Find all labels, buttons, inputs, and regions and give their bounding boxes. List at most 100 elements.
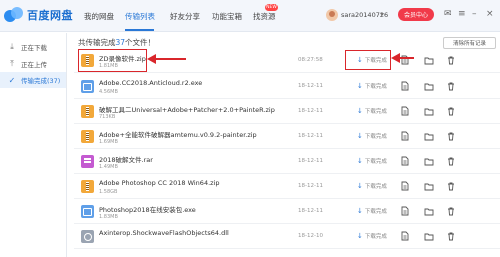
download-arrow-icon: ↓ [357, 232, 363, 240]
download-arrow-icon: ↓ [357, 157, 363, 165]
zip-file-icon [81, 130, 94, 143]
download-status: ↓ 下载完成 [357, 207, 387, 215]
tab-friend-share[interactable]: 好友分享 [170, 11, 200, 22]
cloud-logo-icon [4, 7, 24, 23]
download-arrow-icon: ↓ [357, 107, 363, 115]
dll-file-icon [81, 230, 94, 243]
document-icon[interactable] [400, 106, 410, 116]
file-name[interactable]: 2018破解文件.rar [99, 154, 153, 164]
download-status: ↓ 下载完成 [357, 82, 387, 90]
delete-icon[interactable] [446, 81, 456, 91]
sidebar: ⤓ 正在下载 ⤒ 正在上传 ✓ 传输完成(37) [0, 33, 67, 257]
member-center-button[interactable]: 会员中心 [398, 8, 434, 21]
document-icon[interactable] [400, 81, 410, 91]
folder-icon[interactable] [424, 131, 434, 141]
file-name[interactable]: Adobe.CC2018.Anticloud.r2.exe [99, 79, 202, 87]
highlight-box-file [78, 49, 147, 72]
file-name[interactable]: Photoshop2018在线安装包.exe [99, 204, 196, 214]
sidebar-item-label: 传输完成(37) [21, 77, 61, 85]
file-date: 18-12-11 [298, 108, 323, 114]
table-row[interactable]: Adobe Photoshop CC 2018 Win64.zip 1.58GB 1… [74, 174, 500, 199]
file-size: 4.56MB [99, 89, 118, 95]
zip-file-icon [81, 105, 94, 118]
exe-file-icon [81, 80, 94, 93]
menu-icon[interactable]: ≡ [458, 8, 466, 20]
tab-transfer-list[interactable]: 传输列表 [125, 11, 155, 22]
tab-my-drive[interactable]: 我的网盘 [84, 11, 114, 22]
file-date: 18-12-11 [298, 208, 323, 214]
transfer-summary: 共传输完成37个文件！ [78, 37, 155, 48]
folder-icon[interactable] [424, 181, 434, 191]
folder-icon[interactable] [424, 156, 434, 166]
table-row[interactable]: Adobe.CC2018.Anticloud.r2.exe 4.56MB 18-12… [74, 74, 500, 99]
folder-icon[interactable] [424, 106, 434, 116]
download-arrow-icon: ↓ [357, 132, 363, 140]
check-circle-icon: ✓ [8, 75, 16, 85]
close-icon[interactable]: × [486, 8, 494, 20]
table-row[interactable]: Photoshop2018在线安装包.exe 1.83MB 18-12-11 ↓ 下载完… [74, 199, 500, 224]
document-icon[interactable] [400, 131, 410, 141]
status-text: 下载完成 [364, 209, 387, 215]
file-size: 1.58GB [99, 189, 118, 195]
file-size: 1.69MB [99, 139, 118, 145]
delete-icon[interactable] [446, 106, 456, 116]
active-tab-indicator [125, 29, 154, 31]
file-date: 18-12-10 [298, 233, 323, 239]
app-logo: 百度网盘 [4, 7, 73, 23]
table-row[interactable]: 破解工具二Universal+Adobe+Patcher+2.0+PainteR… [74, 99, 500, 124]
folder-icon[interactable] [424, 55, 434, 65]
file-name[interactable]: Adobe Photoshop CC 2018 Win64.zip [99, 179, 220, 187]
top-bar: 百度网盘 我的网盘 传输列表 好友分享 功能宝箱 找资源 NEW sara201… [0, 0, 500, 32]
sidebar-item-completed[interactable]: ✓ 传输完成(37) [0, 72, 66, 88]
rar-file-icon [81, 155, 94, 168]
status-text: 下载完成 [364, 234, 387, 240]
sidebar-item-uploading[interactable]: ⤒ 正在上传 [0, 56, 66, 72]
delete-icon[interactable] [446, 156, 456, 166]
highlight-box-status [345, 50, 391, 70]
download-status: ↓ 下载完成 [357, 132, 387, 140]
delete-icon[interactable] [446, 206, 456, 216]
exe-file-icon [81, 205, 94, 218]
folder-icon[interactable] [424, 81, 434, 91]
file-name[interactable]: 破解工具二Universal+Adobe+Patcher+2.0+PainteR… [99, 104, 275, 114]
download-status: ↓ 下载完成 [357, 107, 387, 115]
sidebar-item-label: 正在上传 [21, 61, 47, 69]
minimize-icon[interactable]: – [472, 8, 477, 20]
document-icon[interactable] [400, 181, 410, 191]
file-date: 18-12-11 [298, 133, 323, 139]
document-icon[interactable] [400, 206, 410, 216]
status-text: 下载完成 [364, 184, 387, 190]
zip-file-icon [81, 180, 94, 193]
table-row[interactable]: Axinterop.ShockwaveFlashObjects64.dll 18-… [74, 224, 500, 249]
status-text: 下载完成 [364, 159, 387, 165]
document-icon[interactable] [400, 231, 410, 241]
mail-icon[interactable]: ✉ [444, 8, 452, 20]
chevron-down-icon[interactable] [380, 13, 384, 16]
table-row[interactable]: 2018破解文件.rar 1.49MB 18-12-11 ↓ 下载完成 [74, 149, 500, 174]
file-date: 18-12-11 [298, 83, 323, 89]
sidebar-item-label: 正在下载 [21, 44, 47, 52]
download-arrow-icon: ↓ [357, 207, 363, 215]
file-size: 713KB [99, 114, 116, 120]
file-size: 1.49MB [99, 164, 118, 170]
delete-icon[interactable] [446, 181, 456, 191]
delete-icon[interactable] [446, 231, 456, 241]
folder-icon[interactable] [424, 231, 434, 241]
sidebar-item-downloading[interactable]: ⤓ 正在下载 [0, 39, 66, 55]
file-date: 08:27:58 [298, 57, 323, 63]
tab-find-resources[interactable]: 找资源 [253, 11, 276, 22]
avatar[interactable] [326, 9, 338, 21]
delete-icon[interactable] [446, 55, 456, 65]
folder-icon[interactable] [424, 206, 434, 216]
file-name[interactable]: Axinterop.ShockwaveFlashObjects64.dll [99, 229, 229, 237]
file-name[interactable]: Adobe+全能软件破解器amtemu.v0.9.2-painter.zip [99, 129, 257, 139]
delete-icon[interactable] [446, 131, 456, 141]
upload-icon: ⤒ [10, 59, 14, 68]
document-icon[interactable] [400, 156, 410, 166]
annotation-arrow-left-icon [147, 54, 186, 64]
tab-toolbox[interactable]: 功能宝箱 [212, 11, 242, 22]
file-date: 18-12-11 [298, 183, 323, 189]
download-status: ↓ 下载完成 [357, 157, 387, 165]
new-badge: NEW [265, 4, 278, 11]
table-row[interactable]: Adobe+全能软件破解器amtemu.v0.9.2-painter.zip 1.… [74, 124, 500, 149]
